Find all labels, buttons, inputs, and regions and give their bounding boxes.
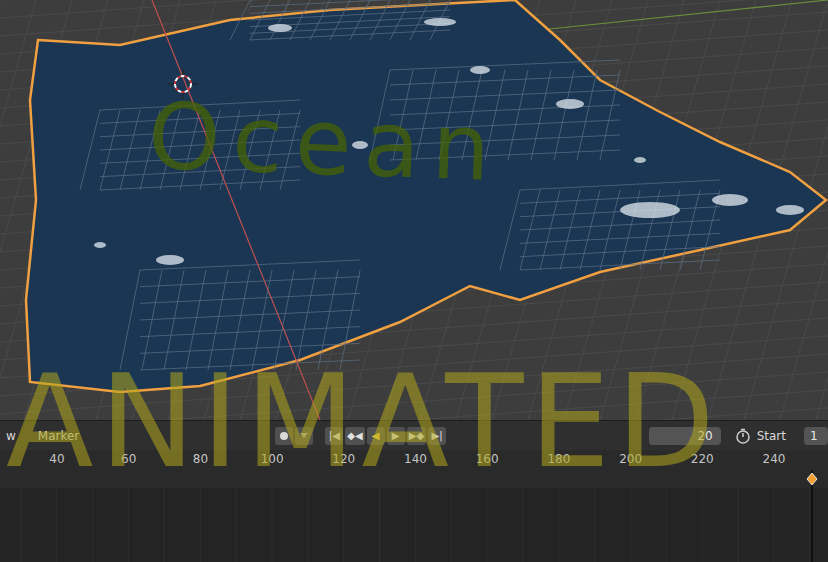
playback-button[interactable]: ◀: [367, 427, 385, 445]
ruler-label: 100: [261, 452, 284, 466]
viewport-scene: [0, 0, 828, 420]
playback-button[interactable]: ▶|: [428, 427, 446, 445]
frame-ruler[interactable]: 40 60 80 100 120 140 160 180 200 220 240: [0, 450, 828, 470]
playback-controls: |◀◆◀◀▶▶◆▶|: [275, 427, 446, 445]
keyframe-icon[interactable]: [807, 473, 817, 485]
ruler-label: 60: [121, 452, 136, 466]
record-button[interactable]: [275, 427, 293, 445]
playback-button[interactable]: ◆◀: [345, 427, 364, 445]
ruler-label: 200: [619, 452, 642, 466]
dropdown-arrow-icon: [300, 433, 308, 439]
ruler-label: 180: [547, 452, 570, 466]
overlay-caption: ANIMATED: [6, 352, 721, 493]
ruler-label: 240: [763, 452, 786, 466]
ruler-label: 120: [332, 452, 355, 466]
start-field[interactable]: 1: [804, 427, 828, 445]
playback-button[interactable]: ▶: [387, 427, 405, 445]
timeline-grid: [0, 470, 828, 562]
ruler-label: 40: [49, 452, 64, 466]
playback-button[interactable]: ▶◆: [407, 427, 426, 445]
timeline-area[interactable]: [0, 470, 828, 562]
menu-item[interactable]: Marker: [32, 429, 85, 443]
current-frame-field[interactable]: 20: [649, 427, 721, 445]
record-dot-icon: [279, 431, 289, 441]
ruler-label: 220: [691, 452, 714, 466]
ruler-label: 80: [193, 452, 208, 466]
timeline-header: w Marker |◀◆◀◀▶▶◆▶| 20 Start 1: [0, 420, 828, 450]
stopwatch-icon[interactable]: [735, 428, 751, 444]
playback-button[interactable]: |◀: [325, 427, 343, 445]
start-label: Start: [757, 429, 786, 443]
menu-item[interactable]: w: [0, 429, 22, 443]
viewport[interactable]: Ocean: [0, 0, 828, 420]
ruler-label: 140: [404, 452, 427, 466]
record-dropdown[interactable]: [295, 427, 313, 445]
ruler-label: 160: [476, 452, 499, 466]
overlay-text: Ocean: [146, 86, 504, 199]
